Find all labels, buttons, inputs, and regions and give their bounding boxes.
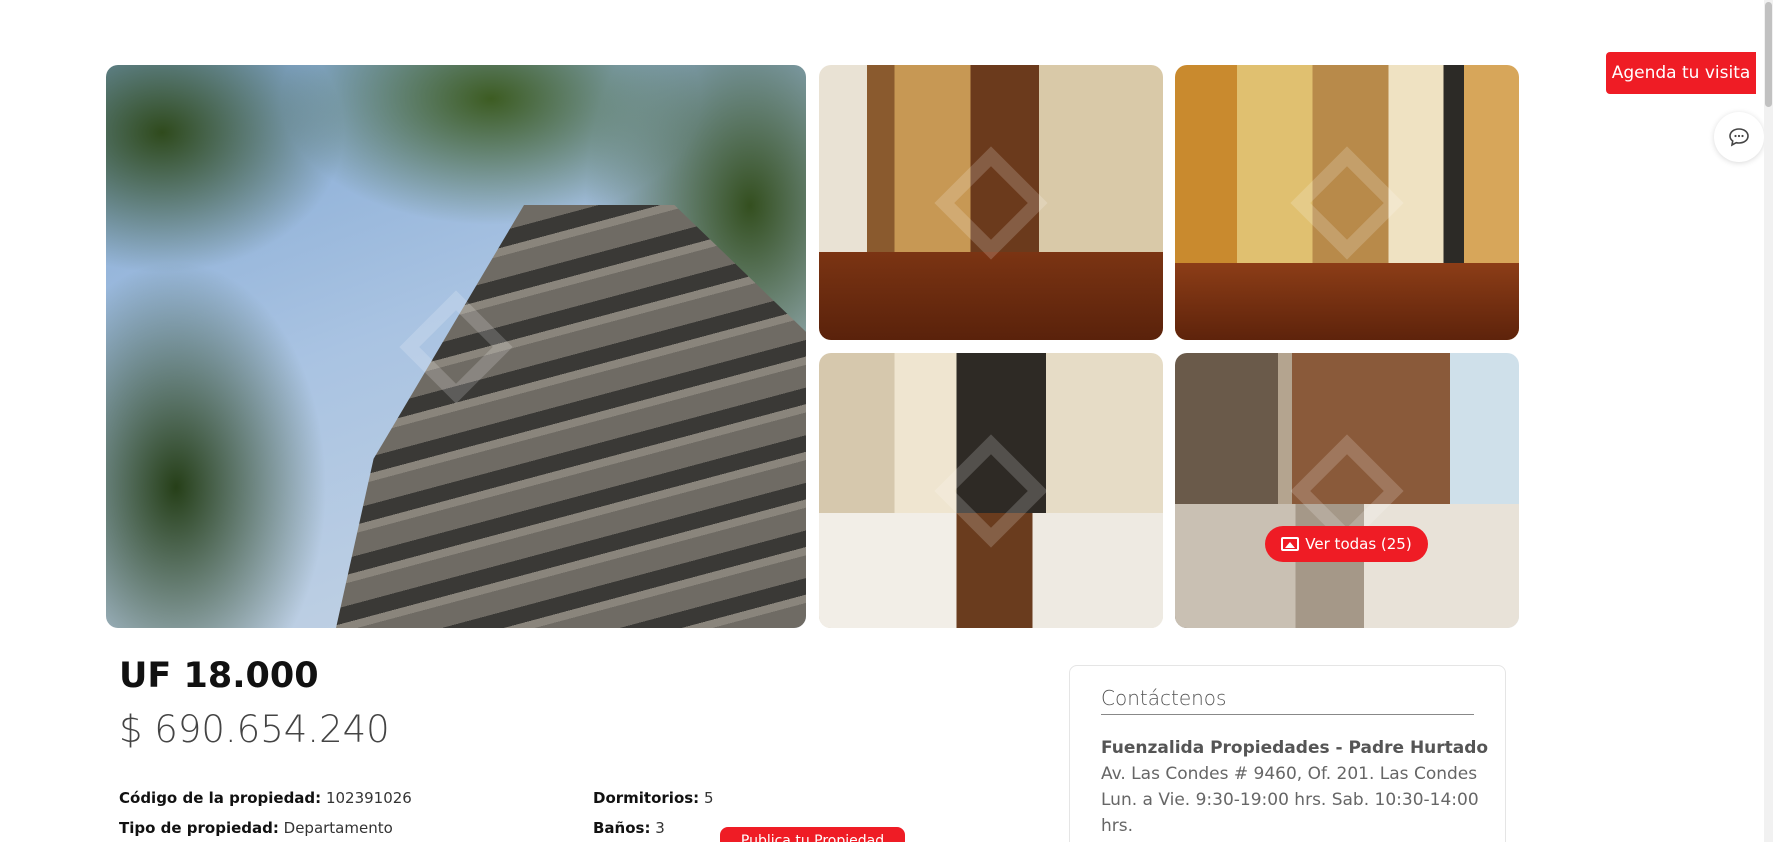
photo-thumbnail-1[interactable]: [819, 65, 1163, 340]
bedrooms: Dormitorios: 5: [593, 789, 714, 807]
property-code: Código de la propiedad: 102391026: [119, 789, 412, 807]
watermark-icon: [1290, 145, 1404, 260]
bathrooms: Baños: 3: [593, 819, 665, 837]
page-scrollbar[interactable]: [1764, 0, 1773, 842]
price-clp: $ 690.654.240: [119, 708, 390, 751]
watermark-icon: [934, 145, 1048, 260]
bathrooms-value: 3: [655, 819, 665, 837]
view-all-label: Ver todas (25): [1305, 535, 1412, 553]
floor-area: [819, 252, 1163, 340]
chat-bubble-icon: [1729, 128, 1749, 147]
floor-area: [1175, 263, 1519, 340]
agency-hours: Lun. a Vie. 9:30-19:00 hrs. Sab. 10:30-1…: [1101, 790, 1479, 810]
price-uf: UF 18.000: [119, 656, 319, 696]
main-photo[interactable]: [106, 65, 806, 628]
bedrooms-label: Dormitorios:: [593, 789, 700, 807]
schedule-visit-label: Agenda tu visita: [1611, 63, 1751, 83]
image-icon: [1281, 537, 1300, 551]
schedule-visit-button[interactable]: Agenda tu visita: [1606, 52, 1756, 94]
agency-hours-suffix: hrs.: [1101, 816, 1134, 836]
agency-address: Av. Las Condes # 9460, Of. 201. Las Cond…: [1101, 764, 1478, 784]
property-type-label: Tipo de propiedad:: [119, 819, 279, 837]
contact-title: Contáctenos: [1101, 686, 1474, 715]
contact-card: Contáctenos Fuenzalida Propiedades - Pad…: [1069, 665, 1506, 842]
publish-property-button[interactable]: Publica tu Propiedad: [720, 827, 905, 842]
building-facade: [336, 205, 806, 628]
photo-thumbnail-2[interactable]: [1175, 65, 1519, 340]
property-type-value: Departamento: [283, 819, 393, 837]
publish-property-label: Publica tu Propiedad: [740, 833, 885, 842]
agency-name: Fuenzalida Propiedades - Padre Hurtado: [1101, 738, 1489, 758]
photo-thumbnail-3[interactable]: [819, 353, 1163, 628]
scrollbar-thumb[interactable]: [1765, 2, 1772, 107]
property-type: Tipo de propiedad: Departamento: [119, 819, 393, 837]
view-all-photos-button[interactable]: Ver todas (25): [1265, 526, 1428, 562]
bathrooms-label: Baños:: [593, 819, 651, 837]
property-code-label: Código de la propiedad:: [119, 789, 322, 807]
photo-thumbnail-4[interactable]: [1175, 353, 1519, 628]
chat-button[interactable]: [1714, 112, 1764, 162]
bedrooms-value: 5: [703, 789, 714, 807]
property-code-value: 102391026: [325, 789, 412, 807]
